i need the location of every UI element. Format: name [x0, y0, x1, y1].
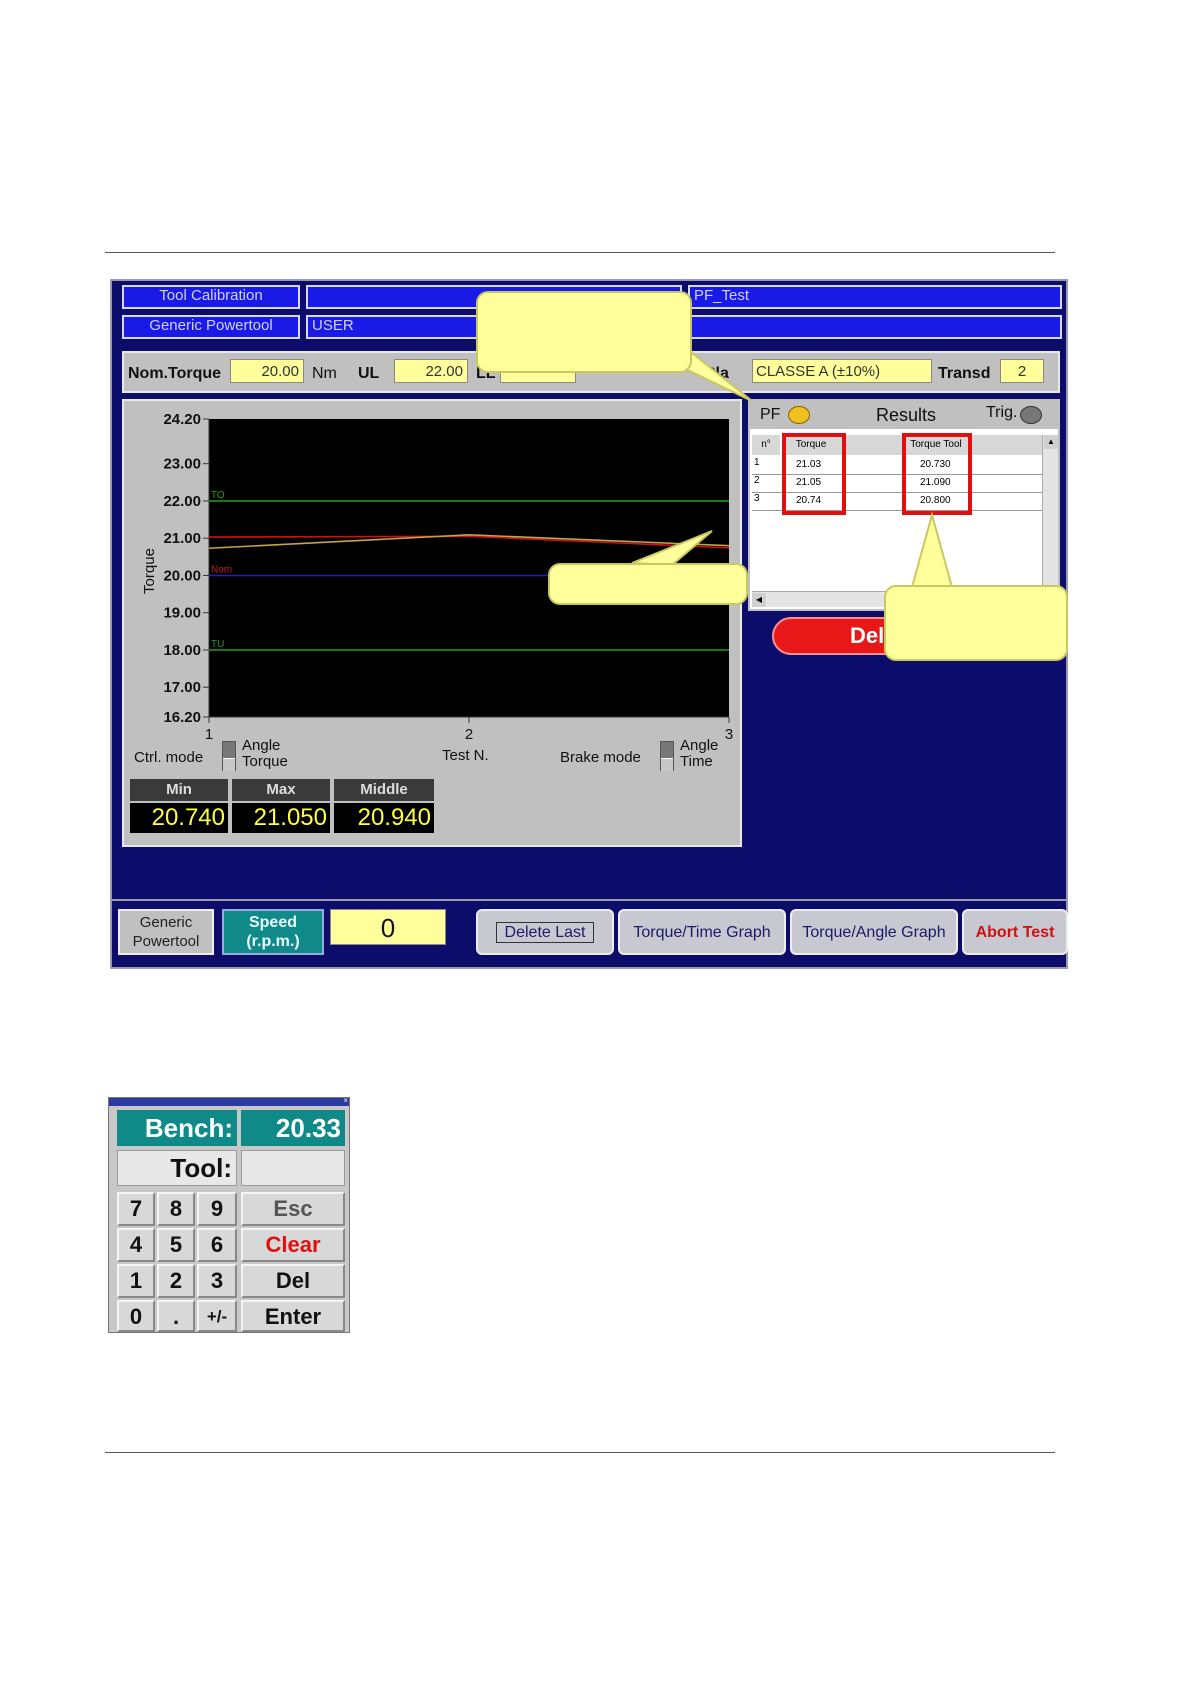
key-8[interactable]: 8: [157, 1192, 195, 1226]
delete-last-label: Delete Last: [495, 922, 595, 943]
x-tick-label: 2: [465, 726, 473, 743]
torque-angle-graph-button[interactable]: Torque/Angle Graph: [790, 909, 958, 955]
key-decimal[interactable]: .: [157, 1300, 195, 1332]
delete-last-button[interactable]: Delete Last: [476, 909, 614, 955]
stats-block: Min Max Middle 20.740 21.050 20.940: [130, 779, 438, 837]
x-tick-label: 3: [725, 726, 733, 743]
y-tick-label: 17.00: [163, 679, 201, 696]
key-3[interactable]: 3: [197, 1264, 237, 1298]
manual-input-keypad: × Bench: 20.33 Tool: 7 8 9 Esc 4 5 6 Cle…: [108, 1096, 350, 1333]
key-4[interactable]: 4: [117, 1228, 155, 1262]
y-tick-label: 16.20: [163, 709, 201, 726]
speed-line1: Speed: [248, 914, 297, 931]
tool-type-box: Generic Powertool: [118, 909, 214, 955]
bottom-bar: Generic Powertool Speed (r.p.m.) 0 Delet…: [112, 899, 1068, 967]
ctrl-mode-switch[interactable]: [222, 741, 236, 771]
callout-torque-annotation: [548, 563, 748, 605]
key-5[interactable]: 5: [157, 1228, 195, 1262]
x-axis-label: Test N.: [442, 747, 489, 764]
brake-mode-label: Brake mode: [560, 749, 641, 766]
speed-line2: (r.p.m.): [246, 933, 300, 950]
key-7[interactable]: 7: [117, 1192, 155, 1226]
abort-test-button[interactable]: Abort Test: [962, 909, 1068, 955]
tool-input[interactable]: [241, 1150, 345, 1186]
ctrl-mode-label: Ctrl. mode: [134, 749, 204, 766]
top-rule: [105, 252, 1055, 253]
max-value: 21.050: [232, 803, 330, 833]
brake-mode-angle-option: Angle: [680, 737, 719, 754]
enter-button[interactable]: Enter: [241, 1300, 345, 1332]
middle-header: Middle: [334, 779, 434, 801]
ctrl-mode-torque-option: Torque: [242, 753, 288, 770]
key-9[interactable]: 9: [197, 1192, 237, 1226]
speed-box: Speed (r.p.m.): [222, 909, 324, 955]
ctrl-mode-angle-option: Angle: [242, 737, 281, 754]
tool-type-line2: Powertool: [132, 933, 200, 950]
clear-button[interactable]: Clear: [241, 1228, 345, 1262]
key-1[interactable]: 1: [117, 1264, 155, 1298]
bench-value: 20.33: [241, 1110, 345, 1146]
calibration-window: Tool Calibration PF_Test Generic Powerto…: [110, 279, 1068, 969]
max-header: Max: [232, 779, 330, 801]
key-2[interactable]: 2: [157, 1264, 195, 1298]
bottom-rule: [105, 1452, 1055, 1453]
keypad-title-bar: ×: [109, 1096, 349, 1106]
callout-torque-tool-annotation: [884, 585, 1068, 661]
torque-time-graph-button[interactable]: Torque/Time Graph: [618, 909, 786, 955]
x-tick-label: 1: [205, 726, 213, 743]
key-6[interactable]: 6: [197, 1228, 237, 1262]
min-value: 20.740: [130, 803, 228, 833]
key-0[interactable]: 0: [117, 1300, 155, 1332]
tool-label: Tool:: [117, 1150, 237, 1186]
esc-button[interactable]: Esc: [241, 1192, 345, 1226]
close-icon[interactable]: ×: [343, 1096, 348, 1105]
bench-label: Bench:: [117, 1110, 237, 1146]
middle-value: 20.940: [334, 803, 434, 833]
min-header: Min: [130, 779, 228, 801]
del-button[interactable]: Del: [241, 1264, 345, 1298]
key-plus-minus[interactable]: +/-: [197, 1300, 237, 1332]
tool-type-line1: Generic: [139, 914, 193, 931]
callout-pf-annotation: [476, 291, 692, 373]
speed-value: 0: [330, 909, 446, 945]
brake-mode-time-option: Time: [680, 753, 713, 770]
brake-mode-switch[interactable]: [660, 741, 674, 771]
